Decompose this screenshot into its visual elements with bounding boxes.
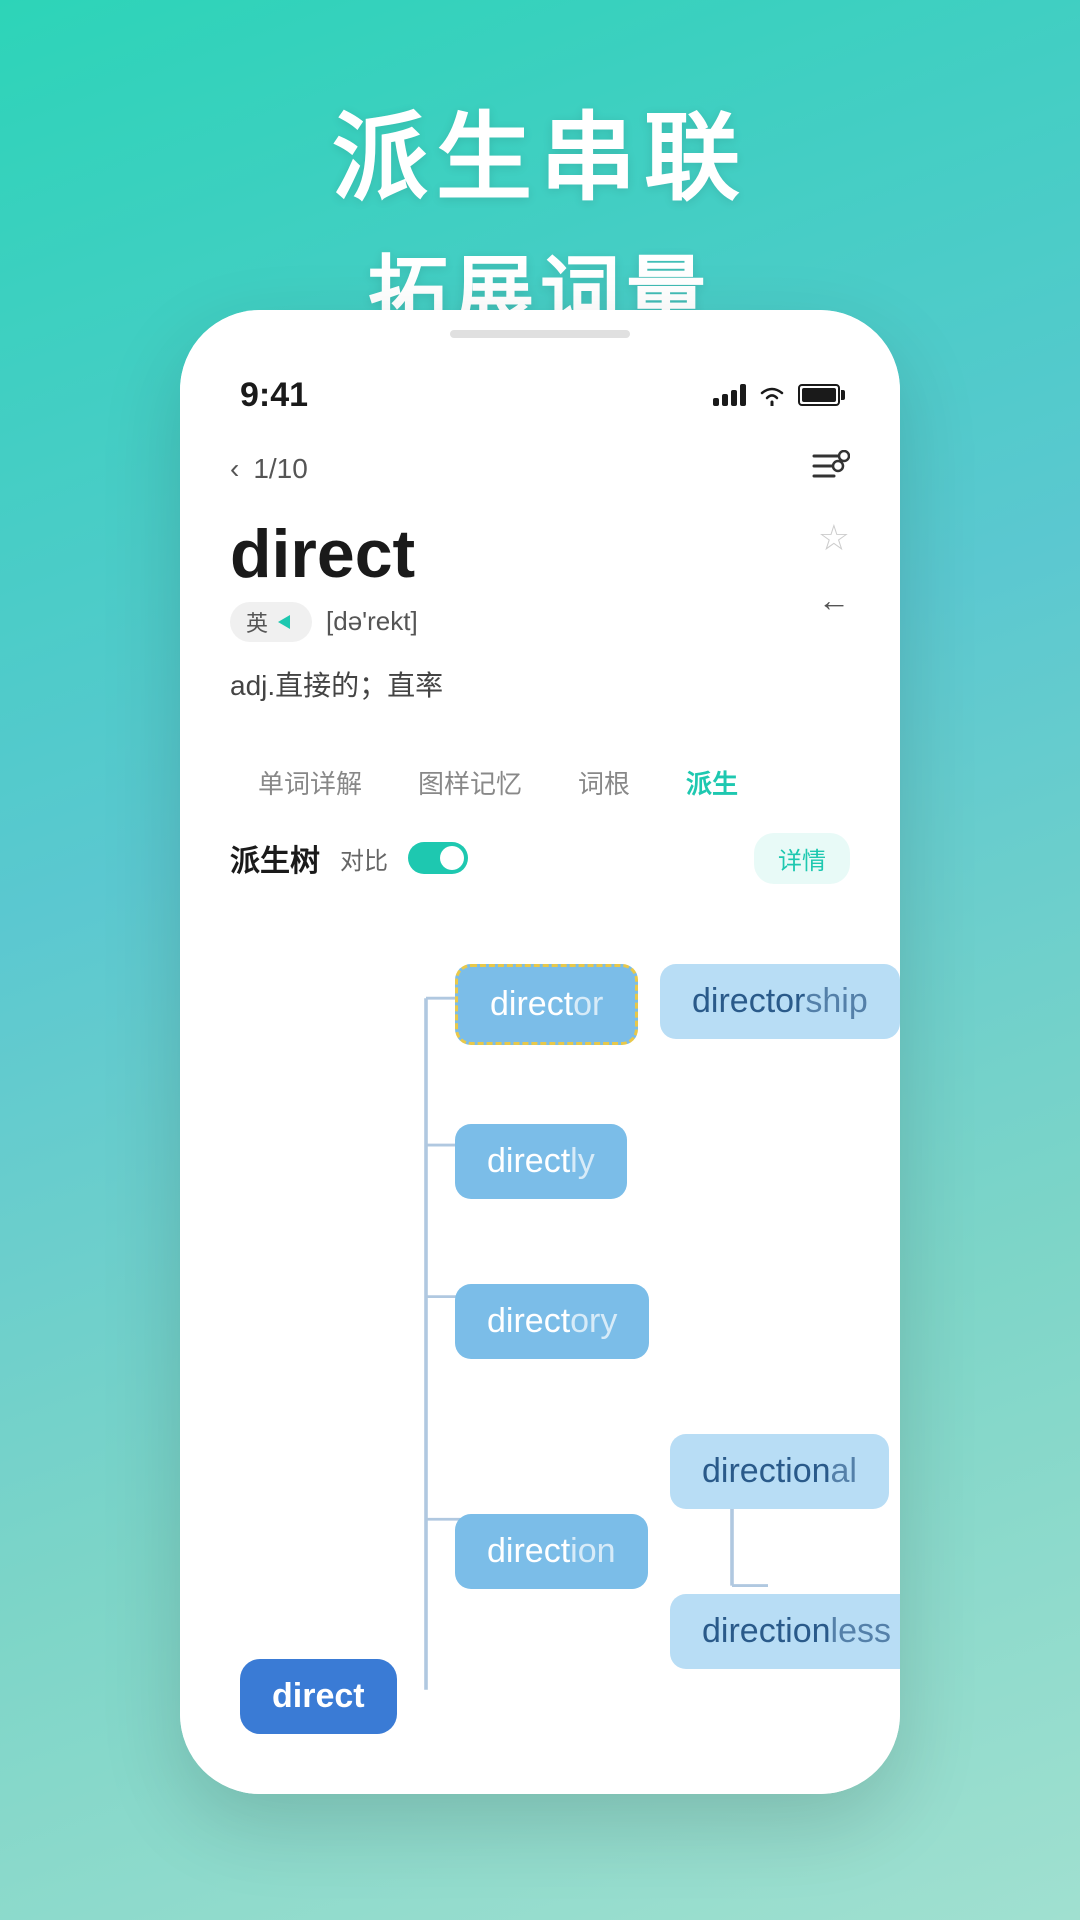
- phone-mockup: 9:41: [180, 310, 900, 1794]
- word-back-icon[interactable]: ←: [818, 582, 850, 619]
- word-title: direct: [230, 517, 850, 592]
- node-direction[interactable]: direction: [455, 1514, 648, 1589]
- word-definition: adj.直接的；直率: [230, 664, 850, 704]
- lang-badge[interactable]: 英: [230, 602, 312, 642]
- tab-image-memory[interactable]: 图样记忆: [390, 752, 550, 813]
- tab-word-detail[interactable]: 单词详解: [230, 752, 390, 813]
- node-directory[interactable]: directory: [455, 1284, 649, 1359]
- tab-derivative[interactable]: 派生: [658, 752, 766, 813]
- signal-icon: [713, 384, 746, 406]
- header-line1: 派生串联: [0, 80, 1080, 219]
- node-directional[interactable]: directional: [670, 1434, 889, 1509]
- nav-bar: ‹ 1/10: [180, 430, 900, 507]
- phonetic-text: [də'rekt]: [326, 606, 418, 637]
- status-icons: [713, 384, 840, 406]
- battery-icon: [798, 384, 840, 406]
- phone-top-bar: 9:41: [180, 310, 900, 430]
- tabs-row: 单词详解 图样记忆 词根 派生: [180, 752, 900, 813]
- star-icon[interactable]: ☆: [818, 517, 850, 559]
- contrast-toggle[interactable]: [408, 842, 468, 874]
- node-directly[interactable]: directly: [455, 1124, 627, 1199]
- node-direct[interactable]: direct: [240, 1659, 397, 1734]
- tab-root[interactable]: 词根: [550, 752, 658, 813]
- nav-left: ‹ 1/10: [230, 453, 308, 485]
- node-direct-label: direct: [272, 1677, 365, 1716]
- lang-label: 英: [246, 606, 268, 638]
- node-directorship[interactable]: directorship: [660, 964, 900, 1039]
- filter-icon[interactable]: [812, 450, 850, 487]
- back-arrow-icon[interactable]: ‹: [230, 453, 239, 485]
- word-section: direct ☆ ← 英 [də'rekt] adj.直接的；直率: [180, 507, 900, 724]
- pagination-label: 1/10: [253, 453, 308, 485]
- contrast-label: 对比: [340, 841, 388, 876]
- node-directionless[interactable]: directionless: [670, 1594, 900, 1669]
- tree-header: 派生树 对比 详情: [180, 813, 900, 894]
- clock: 9:41: [240, 376, 308, 415]
- status-bar: 9:41: [230, 360, 850, 430]
- phone-notch: [450, 330, 630, 338]
- tree-content: direct director directorship directly di…: [180, 894, 900, 1794]
- header-section: 派生串联 拓展词量: [0, 0, 1080, 345]
- tree-title: 派生树: [230, 836, 320, 880]
- wifi-icon: [758, 384, 786, 406]
- detail-button[interactable]: 详情: [754, 833, 850, 884]
- phonetic-row: 英 [də'rekt]: [230, 602, 850, 642]
- node-director[interactable]: director: [455, 964, 638, 1045]
- tree-title-row: 派生树 对比: [230, 836, 468, 880]
